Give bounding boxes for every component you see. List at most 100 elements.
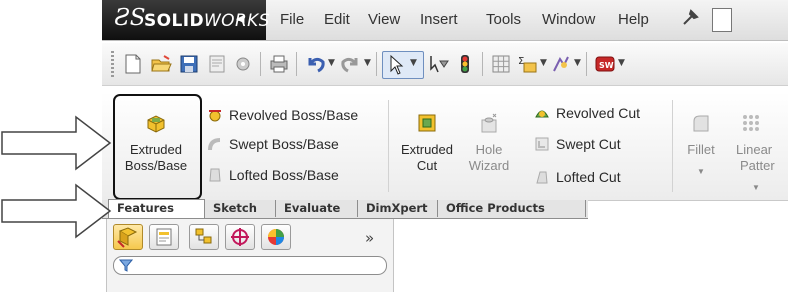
extruded-cut-button[interactable]: Extruded Cut <box>396 112 458 174</box>
print-icon[interactable] <box>268 53 290 75</box>
linear-pattern-label-line1: Linear <box>736 142 773 157</box>
options-dropdown-icon[interactable]: ▼ <box>574 58 581 68</box>
tab-dimxpert[interactable]: DimXpert <box>358 200 438 217</box>
revolved-cut-button[interactable]: Revolved Cut <box>534 104 640 122</box>
configuration-manager-tab[interactable] <box>189 224 219 250</box>
swept-boss-icon <box>208 138 221 151</box>
menu-edit[interactable]: Edit <box>324 11 350 28</box>
menu-help[interactable]: Help <box>618 11 649 28</box>
fillet-button[interactable]: Fillet ▼ <box>678 112 724 180</box>
toolbar-separator <box>586 52 587 76</box>
toolbar-separator <box>376 52 377 76</box>
new-document-icon[interactable] <box>712 8 732 32</box>
cursor-arrow-icon <box>390 54 404 75</box>
toolbar-grip[interactable] <box>111 51 114 77</box>
select-dropdown-icon[interactable]: ▼ <box>410 58 417 68</box>
menu-bar: ƧS SOLIDWORKS ◀ File Edit View Insert To… <box>102 0 788 41</box>
menu-expand-arrow-icon[interactable]: ◀ <box>236 12 244 25</box>
save-icon[interactable] <box>178 53 200 75</box>
display-manager-icon <box>268 229 284 245</box>
solidworks-resources-icon[interactable]: SW <box>594 53 616 75</box>
configuration-manager-icon <box>195 228 212 244</box>
print-preview-icon[interactable] <box>206 53 228 75</box>
linear-pattern-dropdown-icon[interactable]: ▼ <box>730 180 788 196</box>
tab-evaluate[interactable]: Evaluate <box>276 200 358 217</box>
revolved-boss-base-button[interactable]: Revolved Boss/Base <box>207 106 358 124</box>
tab-sketch[interactable]: Sketch <box>205 200 276 217</box>
swept-boss-base-button[interactable]: Swept Boss/Base <box>207 135 339 153</box>
dimxpert-manager-tab[interactable] <box>225 224 255 250</box>
lofted-boss-base-button[interactable]: Lofted Boss/Base <box>207 166 339 184</box>
swept-cut-label: Swept Cut <box>556 136 621 152</box>
revolved-boss-label: Revolved Boss/Base <box>229 107 359 123</box>
options-gear-icon[interactable] <box>232 53 254 75</box>
highlight-frame <box>113 94 202 200</box>
tab-office-products[interactable]: Office Products <box>438 200 586 217</box>
resources-dropdown-icon[interactable]: ▼ <box>618 58 625 68</box>
redo-dropdown-icon[interactable]: ▼ <box>364 58 371 68</box>
open-folder-icon[interactable] <box>150 53 172 75</box>
menu-insert[interactable]: Insert <box>420 11 458 28</box>
ribbon-separator <box>672 100 673 192</box>
svg-text:SW: SW <box>599 61 614 70</box>
property-manager-tab[interactable] <box>149 224 179 250</box>
linear-pattern-label-line2: Patter <box>740 158 775 173</box>
revolved-cut-icon <box>535 110 549 118</box>
grid-icon[interactable] <box>490 53 512 75</box>
toolbar-separator <box>296 52 297 76</box>
menu-file[interactable]: File <box>280 11 304 28</box>
extruded-cut-label-line1: Extruded <box>400 142 454 157</box>
tab-features[interactable]: Features <box>108 199 205 218</box>
feature-filter-input[interactable] <box>113 256 387 275</box>
lofted-cut-icon <box>536 171 548 184</box>
more-tabs-chevron-icon[interactable]: » <box>365 229 374 247</box>
lofted-boss-label: Lofted Boss/Base <box>229 167 339 183</box>
extruded-cut-label-line2: Cut <box>416 158 438 173</box>
display-manager-tab[interactable] <box>261 224 291 250</box>
equations-icon[interactable]: Σ <box>516 53 538 75</box>
fillet-icon <box>693 115 709 132</box>
swept-cut-icon <box>535 137 549 151</box>
feature-manager-icon <box>117 227 138 248</box>
menu-window[interactable]: Window <box>542 11 595 28</box>
toolbar-separator <box>482 52 483 76</box>
svg-text:Σ: Σ <box>518 56 524 67</box>
rebuild-traffic-light-icon[interactable] <box>454 53 476 75</box>
linear-pattern-button[interactable]: Linear Patter ▼ <box>730 112 788 196</box>
equations-dropdown-icon[interactable]: ▼ <box>540 58 547 68</box>
extruded-cut-icon <box>418 114 436 132</box>
revolved-boss-icon <box>209 110 221 122</box>
undo-icon[interactable] <box>304 53 326 75</box>
rebuild-select-icon[interactable] <box>428 53 450 75</box>
callout-arrow-features-tab <box>1 183 112 239</box>
property-manager-icon <box>156 228 172 246</box>
standard-toolbar: ▼ ▼ ▼ Σ ▼ ▼ SW ▼ <box>102 43 788 86</box>
menu-view[interactable]: View <box>368 11 400 28</box>
linear-pattern-icon <box>743 115 759 131</box>
logo-wordmark: SOLIDWORKS <box>144 11 270 31</box>
revolved-cut-label: Revolved Cut <box>556 105 641 121</box>
fillet-label: Fillet <box>687 142 715 157</box>
feature-tree-tab[interactable] <box>113 224 143 250</box>
command-manager-tabs: Features Sketch Evaluate DimXpert Office… <box>102 199 588 219</box>
redo-icon[interactable] <box>340 53 362 75</box>
solidworks-logo[interactable]: ƧS SOLIDWORKS ◀ <box>102 0 270 40</box>
hole-wizard-label-line1: Hole <box>475 142 503 157</box>
swept-cut-button[interactable]: Swept Cut <box>534 135 621 153</box>
pin-icon[interactable] <box>678 6 704 32</box>
swept-boss-label: Swept Boss/Base <box>229 136 339 152</box>
fillet-dropdown-icon[interactable]: ▼ <box>678 164 724 180</box>
new-file-icon[interactable] <box>122 53 144 75</box>
menu-tools[interactable]: Tools <box>486 11 521 28</box>
hole-wizard-icon <box>481 113 497 133</box>
feature-manager-panel: » <box>106 219 394 292</box>
select-button[interactable]: ▼ <box>382 51 424 79</box>
ribbon-separator <box>388 100 389 192</box>
hole-wizard-button[interactable]: Hole Wizard <box>464 112 514 174</box>
ds-logo-mark: ƧS <box>114 5 146 31</box>
lofted-cut-button[interactable]: Lofted Cut <box>534 168 621 186</box>
options-icon[interactable] <box>550 53 572 75</box>
undo-dropdown-icon[interactable]: ▼ <box>328 58 335 68</box>
toolbar-separator <box>260 52 261 76</box>
filter-funnel-icon <box>119 259 133 272</box>
